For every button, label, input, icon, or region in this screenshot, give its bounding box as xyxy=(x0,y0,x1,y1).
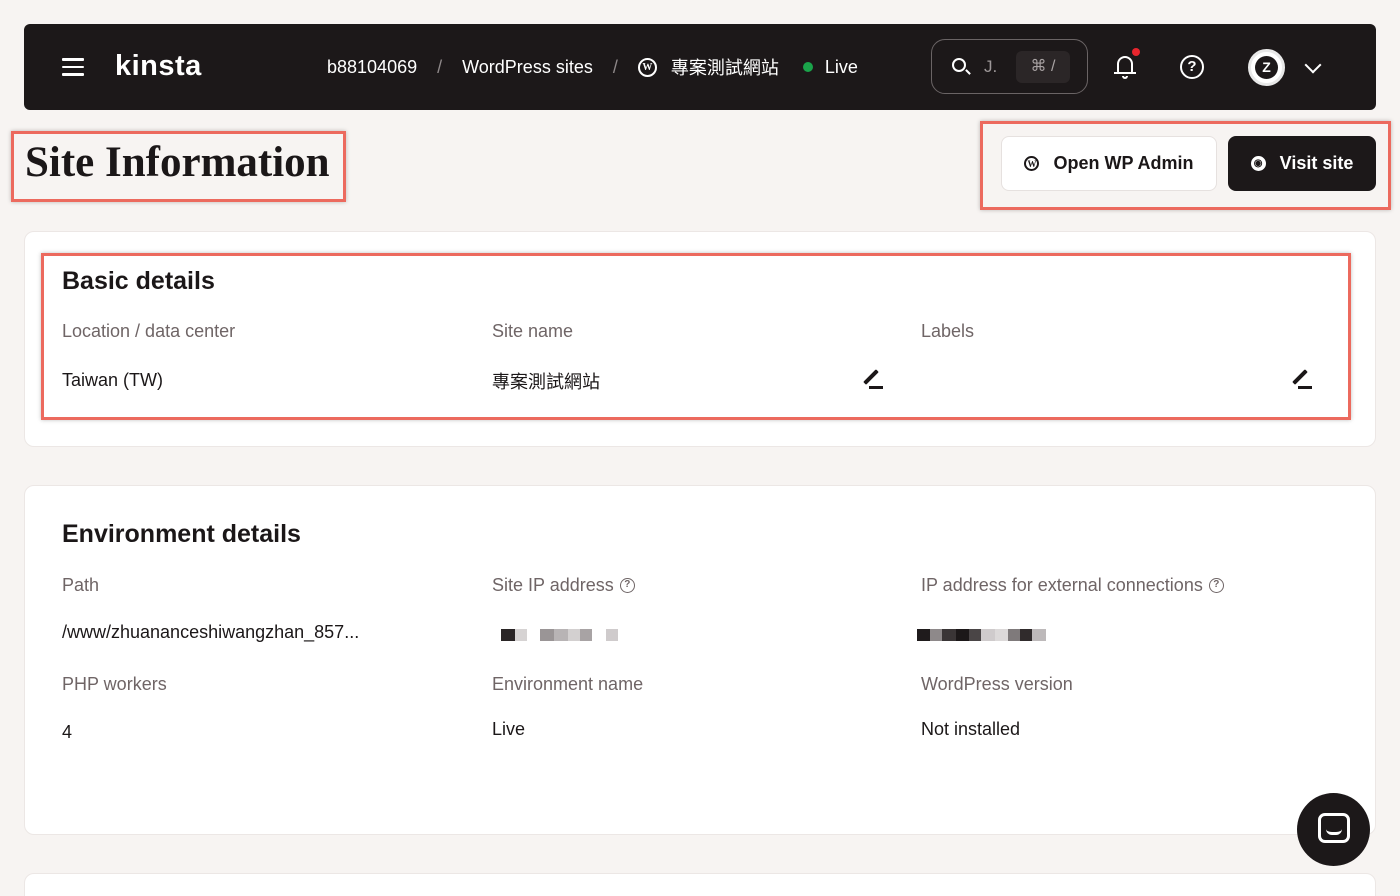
wordpress-icon: W xyxy=(637,57,657,77)
breadcrumb-company[interactable]: b88104069 xyxy=(327,57,417,78)
notification-dot-icon xyxy=(1132,48,1140,56)
site-ip-label: Site IP address? xyxy=(492,575,635,596)
basic-details-card: Basic details Location / data center Tai… xyxy=(24,231,1376,447)
visit-site-button[interactable]: ◉ Visit site xyxy=(1228,136,1376,191)
help-icon[interactable]: ? xyxy=(1180,55,1204,79)
kinsta-logo[interactable]: kinsta xyxy=(115,50,202,83)
path-label: Path xyxy=(62,575,100,595)
location-value: Taiwan (TW) xyxy=(62,370,164,390)
external-ip-label-text: IP address for external connections xyxy=(921,575,1203,595)
breadcrumb-site-name[interactable]: 專案測試網站 xyxy=(671,54,779,80)
search-icon xyxy=(952,58,966,72)
search-shortcut-badge: ⌘ / xyxy=(1016,51,1070,83)
live-status-dot-icon xyxy=(802,62,813,72)
environment-details-card: Environment details Path /www/zhuanances… xyxy=(24,485,1376,835)
labels-label: Labels xyxy=(921,321,975,341)
location-label: Location / data center xyxy=(62,321,236,341)
php-workers-value: 4 xyxy=(62,722,73,742)
breadcrumb-separator: / xyxy=(437,56,443,77)
page-title: Site Information xyxy=(25,139,330,186)
wordpress-version-label: WordPress version xyxy=(921,674,1073,694)
avatar-initial: Z xyxy=(1255,56,1278,79)
wordpress-icon: W xyxy=(1024,156,1040,171)
info-icon[interactable]: ? xyxy=(1208,578,1224,593)
next-card xyxy=(24,873,1376,896)
open-wp-admin-label: Open WP Admin xyxy=(1053,153,1194,173)
environment-name-value: Live xyxy=(492,719,526,739)
top-navigation-bar: kinsta b88104069 / WordPress sites / W 專… xyxy=(24,24,1376,110)
php-workers-label: PHP workers xyxy=(62,674,167,694)
basic-details-title: Basic details xyxy=(62,267,215,295)
hamburger-menu-icon[interactable] xyxy=(62,58,84,76)
bell-icon[interactable] xyxy=(1114,48,1140,80)
chat-launcher-icon[interactable] xyxy=(1297,793,1370,866)
environment-status[interactable]: Live xyxy=(825,57,858,78)
environment-name-label: Environment name xyxy=(492,674,644,694)
wordpress-version-value: Not installed xyxy=(921,719,1021,739)
chevron-down-icon[interactable] xyxy=(1304,56,1322,74)
edit-site-name-icon[interactable] xyxy=(859,367,885,389)
avatar[interactable]: Z xyxy=(1248,49,1285,86)
site-name-label: Site name xyxy=(492,321,574,341)
visit-site-label: Visit site xyxy=(1279,153,1354,173)
info-icon[interactable]: ? xyxy=(619,578,635,593)
globe-icon: ◉ xyxy=(1250,156,1266,171)
breadcrumb-separator: / xyxy=(612,56,618,77)
search-placeholder: J. xyxy=(984,57,998,76)
environment-details-title: Environment details xyxy=(62,520,301,548)
breadcrumb: b88104069 / WordPress sites / W 專案測試網站 L… xyxy=(327,54,858,80)
search-input[interactable]: J. ⌘ / xyxy=(931,39,1088,94)
external-ip-label: IP address for external connections? xyxy=(921,575,1224,596)
edit-labels-icon[interactable] xyxy=(1288,367,1314,389)
site-ip-label-text: Site IP address xyxy=(492,575,614,595)
breadcrumb-wordpress-sites[interactable]: WordPress sites xyxy=(462,57,593,78)
site-name-value: 專案測試網站 xyxy=(492,372,600,392)
path-value: /www/zhuananceshiwangzhan_857... xyxy=(62,622,360,642)
open-wp-admin-button[interactable]: W Open WP Admin xyxy=(1001,136,1217,191)
